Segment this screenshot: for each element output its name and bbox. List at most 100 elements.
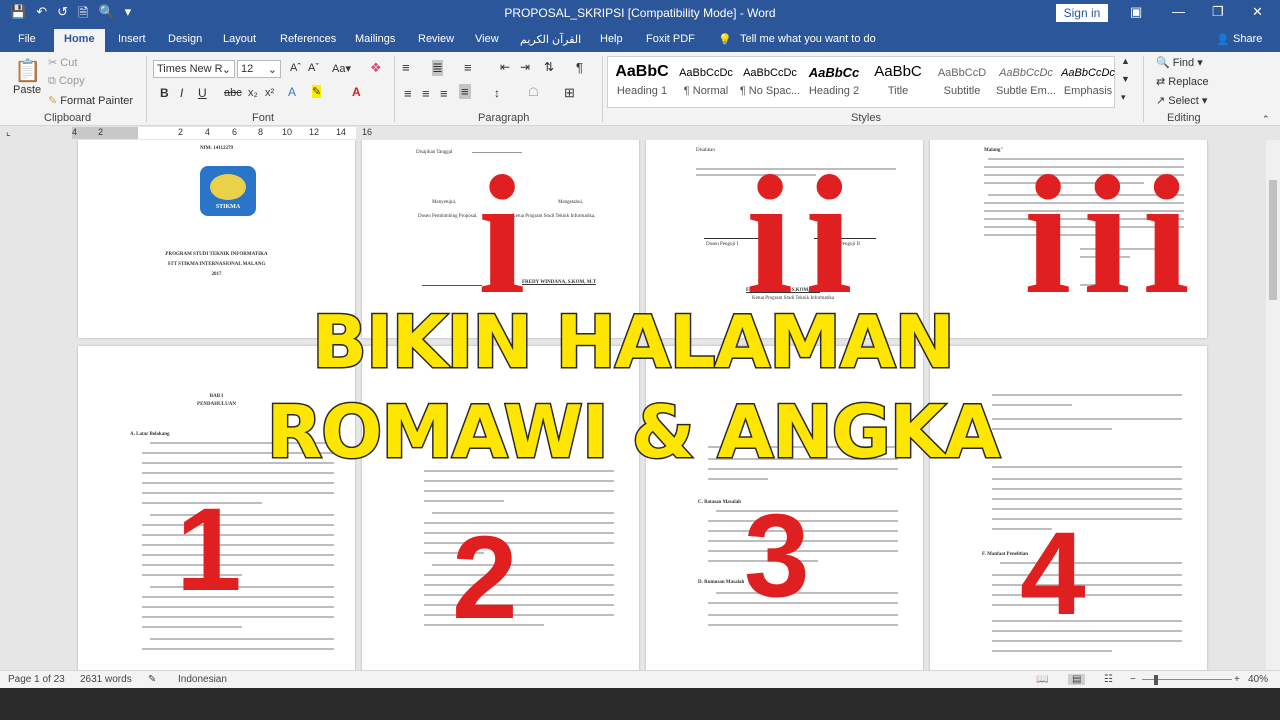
word-count[interactable]: 2631 words (80, 674, 132, 685)
right-sign-text: Mengetahui, (558, 200, 584, 205)
tab-review[interactable]: Review (418, 33, 454, 45)
multilevel-list-icon[interactable]: ≡ (464, 60, 472, 75)
shrink-font-icon[interactable]: Aˇ (308, 62, 319, 74)
text-effects-icon[interactable]: A (288, 85, 296, 99)
text-line (992, 650, 1112, 652)
tab-view[interactable]: View (475, 33, 499, 45)
tab-layout[interactable]: Layout (223, 33, 256, 45)
clear-formatting-icon[interactable]: ❖ (370, 60, 382, 76)
bullets-icon[interactable]: ≡ (402, 60, 410, 75)
document-canvas[interactable]: NIM: 14112279 STIKMA PROGRAM STUDI TEKNI… (0, 140, 1266, 670)
scissors-icon: ✂ (48, 57, 58, 69)
superscript-icon[interactable]: x² (265, 87, 274, 99)
tab-quran[interactable]: القرآن الكريم (520, 33, 581, 46)
style-emphasis[interactable]: AaBbCcDc Emphasis (1056, 63, 1120, 97)
align-right-icon[interactable]: ≡ (440, 86, 448, 101)
styles-more-icon[interactable]: ▾ (1121, 92, 1126, 103)
borders-icon[interactable]: ⊞ (564, 85, 575, 101)
tab-references[interactable]: References (280, 33, 336, 45)
replace-icon: ⇄ (1156, 76, 1166, 88)
style-subtitle[interactable]: AaBbCcD Subtitle (930, 63, 994, 97)
styles-scroll-up-icon[interactable]: ▲ (1121, 56, 1130, 66)
increase-indent-icon[interactable]: ⇥ (520, 60, 530, 74)
align-center-icon[interactable]: ≡ (422, 86, 430, 101)
styles-scroll-down-icon[interactable]: ▼ (1121, 74, 1130, 84)
underline-icon[interactable]: U (198, 86, 207, 100)
strikethrough-icon[interactable]: abc (224, 87, 242, 99)
program-text: PROGRAM STUDI TEKNIK INFORMATIKA (165, 252, 268, 257)
language-indicator[interactable]: Indonesian (178, 674, 227, 685)
status-bar: Page 1 of 23 2631 words ✎ Indonesian 📖 ▤… (0, 670, 1280, 688)
style-title[interactable]: AaBbC Title (866, 63, 930, 97)
font-name-combo[interactable]: Times New R ⌄ (153, 60, 235, 78)
change-case-icon[interactable]: Aa▾ (332, 62, 351, 75)
font-size-combo[interactable]: 12 ⌄ (237, 60, 281, 78)
numbering-icon[interactable]: ≣ (432, 60, 443, 76)
separator (602, 56, 603, 122)
print-layout-icon[interactable]: ▤ (1068, 674, 1086, 685)
page-number-4: 4 (1020, 508, 1086, 640)
style-normal[interactable]: AaBbCcDc ¶ Normal (674, 63, 738, 97)
zoom-in-icon[interactable]: + (1234, 674, 1240, 685)
grow-font-icon[interactable]: Aˆ (290, 62, 301, 74)
clipboard-icon[interactable]: 📋 (14, 58, 41, 84)
read-mode-icon[interactable]: 📖 (1036, 674, 1048, 685)
title-bar: 💾 ↶ ↺ 🗎 🔍 ▾ PROPOSAL_SKRIPSI [Compatibil… (0, 0, 1280, 26)
ruler-margin (72, 127, 138, 139)
style-name: Heading 1 (616, 85, 668, 97)
select-button[interactable]: ↗ Select ▾ (1156, 94, 1207, 107)
decrease-indent-icon[interactable]: ⇤ (500, 60, 510, 74)
horizontal-ruler[interactable]: 4 2 2 4 6 8 10 12 14 16 (72, 127, 372, 139)
tab-mailings[interactable]: Mailings (355, 33, 395, 45)
close-icon[interactable]: ✕ (1252, 4, 1263, 20)
font-color-icon[interactable]: A (352, 85, 361, 99)
find-button[interactable]: 🔍 Find ▾ (1156, 56, 1203, 69)
web-layout-icon[interactable]: ☷ (1104, 674, 1113, 685)
tab-foxit-pdf[interactable]: Foxit PDF (646, 33, 695, 45)
page-count[interactable]: Page 1 of 23 (8, 674, 65, 685)
style-no-spacing[interactable]: AaBbCcDc ¶ No Spac... (738, 63, 802, 97)
vertical-scrollbar[interactable] (1266, 140, 1280, 670)
tab-file[interactable]: File (18, 33, 36, 45)
scrollbar-thumb[interactable] (1269, 180, 1277, 300)
sort-icon[interactable]: ⇅ (544, 60, 554, 74)
minimize-icon[interactable]: — (1172, 4, 1185, 19)
style-subtle-emphasis[interactable]: AaBbCcDc Subtle Em... (994, 63, 1058, 97)
justify-icon[interactable]: ≡ (459, 84, 471, 99)
copy-button[interactable]: ⧉ Copy (48, 75, 85, 88)
line-spacing-icon[interactable]: ↕ (494, 86, 500, 100)
shading-icon[interactable]: ☖ (528, 85, 539, 99)
tab-design[interactable]: Design (168, 33, 202, 45)
style-heading-1[interactable]: AaBbC Heading 1 (610, 63, 674, 97)
highlight-icon[interactable]: ✎ (312, 85, 322, 98)
zoom-slider-thumb[interactable] (1154, 675, 1158, 685)
tab-selector-icon[interactable]: ⌞ (6, 127, 11, 138)
collapse-ribbon-icon[interactable]: ⌃ (1262, 114, 1270, 125)
sign-in-button[interactable]: Sign in (1056, 4, 1108, 22)
zoom-level[interactable]: 40% (1248, 674, 1268, 685)
bold-icon[interactable]: B (160, 86, 169, 100)
tab-insert[interactable]: Insert (118, 33, 146, 45)
align-left-icon[interactable]: ≡ (404, 86, 412, 101)
style-heading-2[interactable]: AaBbCc Heading 2 (802, 63, 866, 97)
tab-home[interactable]: Home (54, 29, 105, 52)
zoom-out-icon[interactable]: − (1130, 674, 1136, 685)
maximize-icon[interactable]: ❐ (1212, 4, 1224, 20)
paste-button[interactable]: Paste (13, 84, 41, 96)
separator (1143, 56, 1144, 122)
headline-line-2: ROMAWI & ANGKA (265, 390, 1002, 474)
tell-me-box[interactable]: Tell me what you want to do (740, 33, 876, 45)
italic-icon[interactable]: I (180, 86, 183, 100)
cut-button[interactable]: ✂ Cut (48, 56, 77, 69)
text-line (142, 648, 334, 650)
bottom-frame (0, 688, 1280, 720)
ruler-tick: 10 (282, 127, 293, 137)
subscript-icon[interactable]: x₂ (248, 87, 258, 99)
share-button[interactable]: Share (1233, 33, 1262, 45)
proofing-icon[interactable]: ✎ (148, 674, 156, 685)
replace-button[interactable]: ⇄ Replace (1156, 75, 1209, 88)
pilcrow-icon[interactable]: ¶ (576, 60, 583, 75)
ribbon-display-icon[interactable]: ▣ (1130, 4, 1142, 20)
format-painter-button[interactable]: ✎ Format Painter (48, 94, 133, 107)
tab-help[interactable]: Help (600, 33, 623, 45)
